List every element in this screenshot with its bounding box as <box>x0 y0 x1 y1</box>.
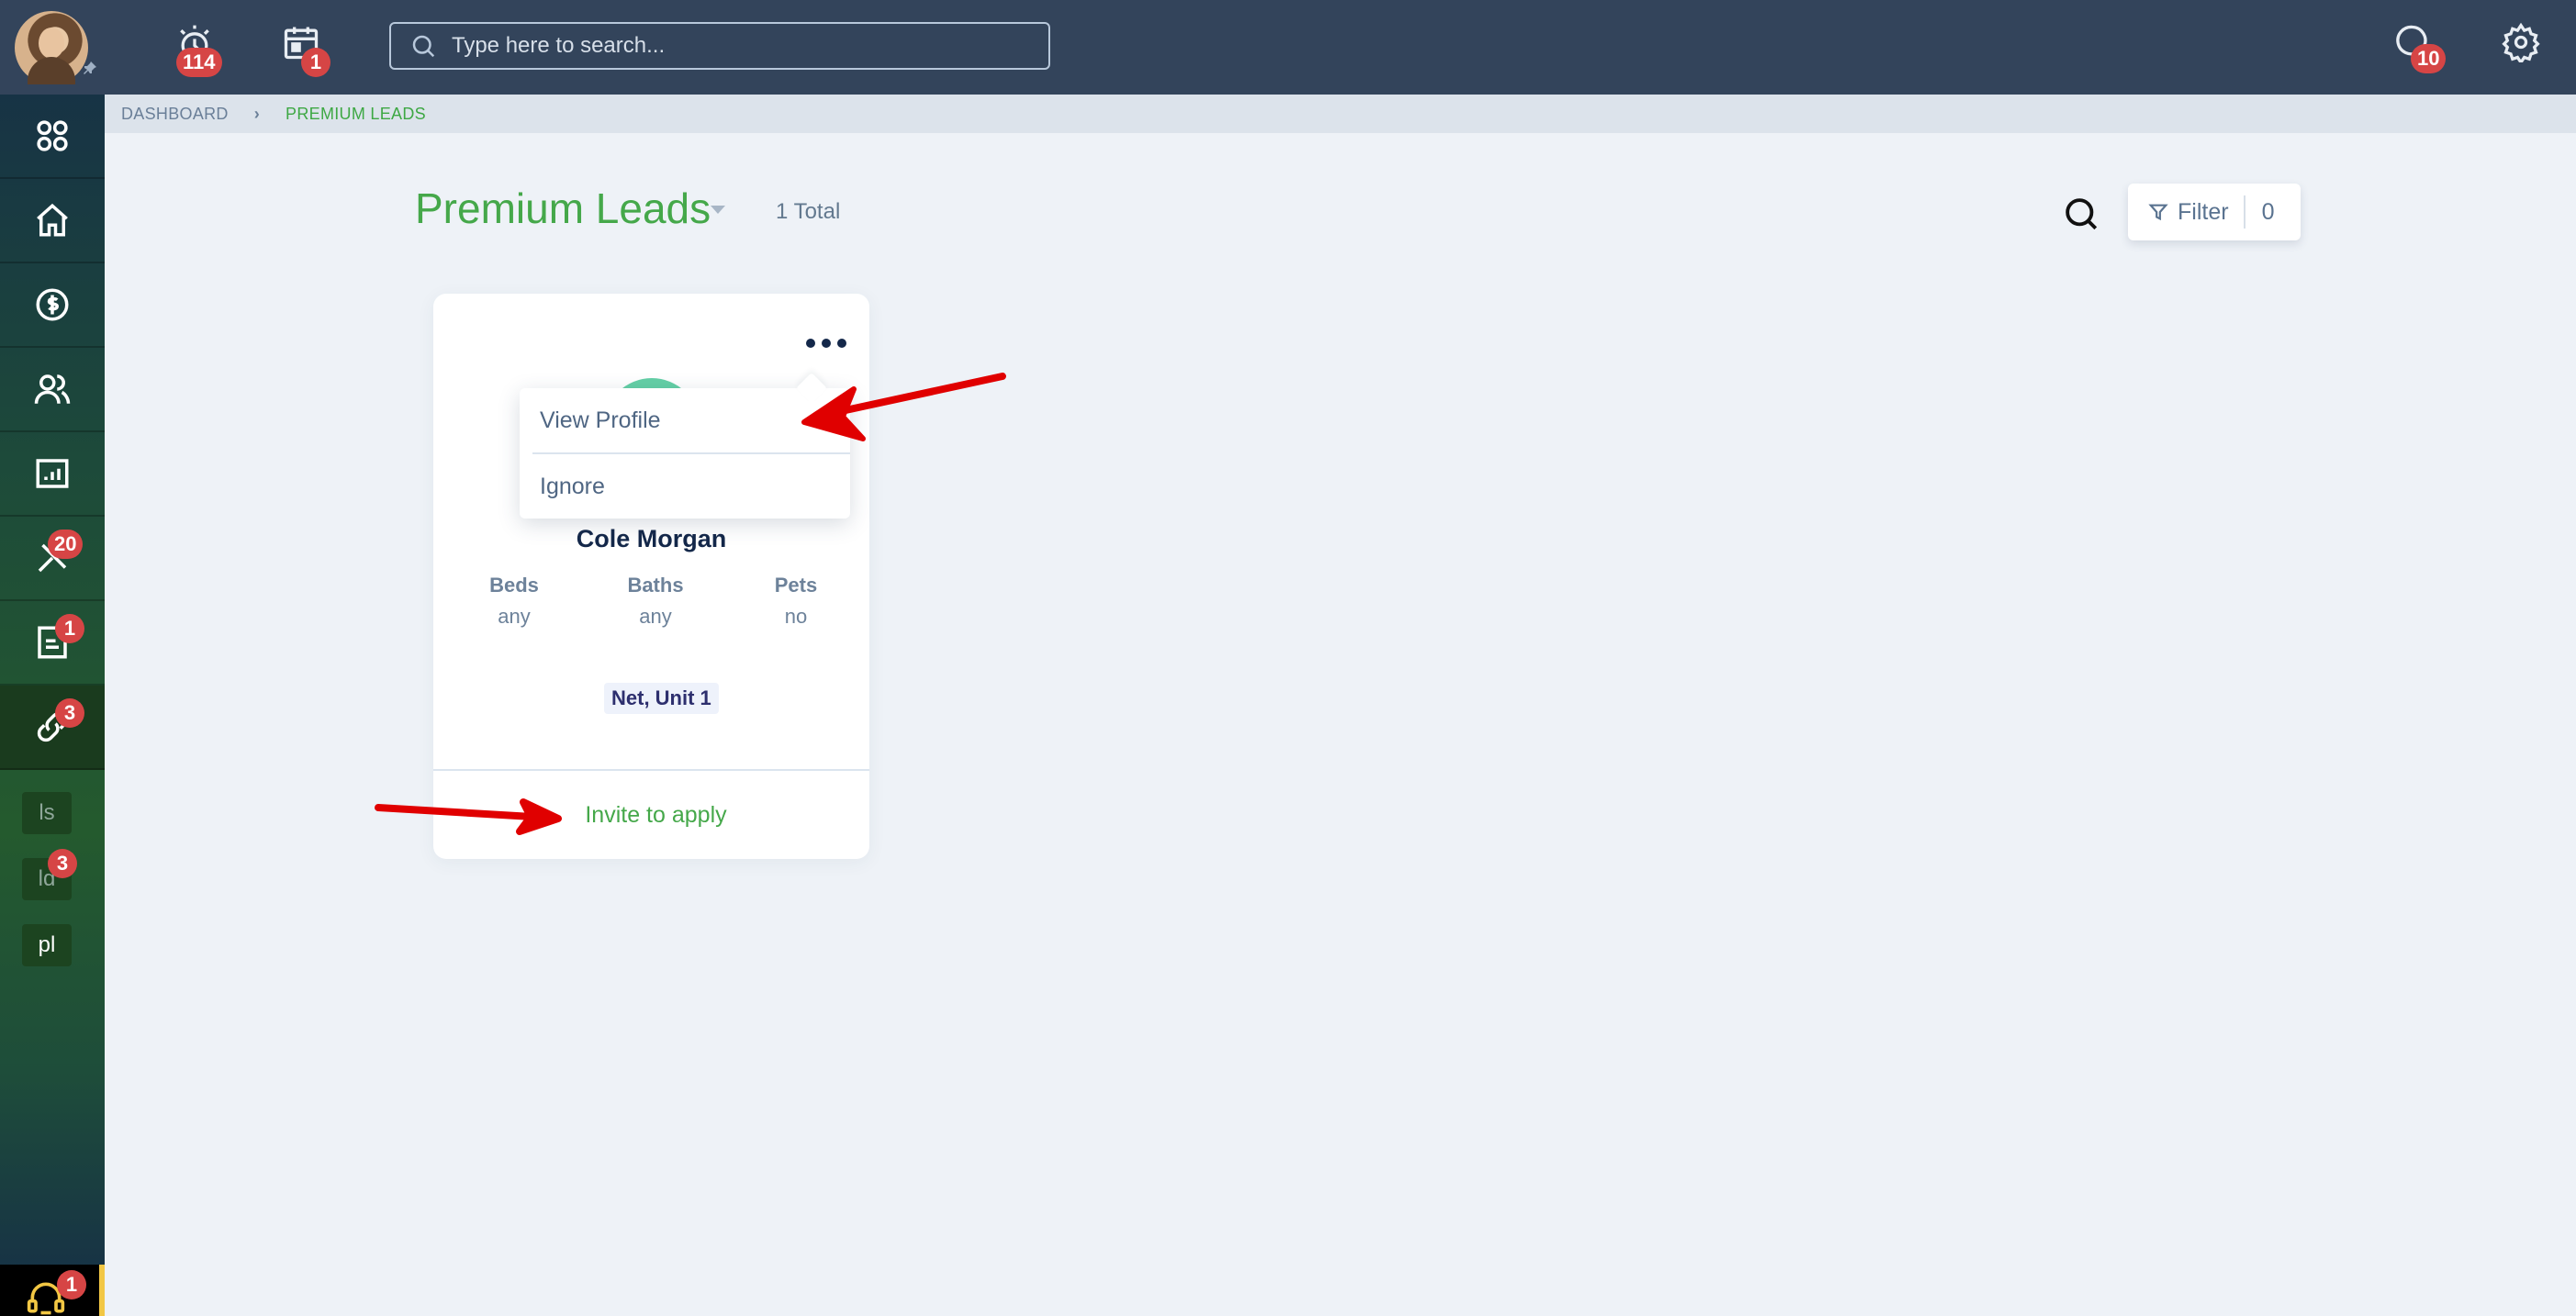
search-icon <box>412 35 435 58</box>
filter-label: Filter <box>2178 198 2229 225</box>
avatar-face <box>39 28 64 59</box>
card-divider <box>433 769 869 771</box>
subitem-badge: 3 <box>48 849 77 878</box>
messages-badge: 10 <box>2411 44 2447 73</box>
gear-icon <box>2502 22 2540 65</box>
dot-icon <box>837 339 846 348</box>
sidebar-item-people[interactable] <box>0 348 105 432</box>
top-bar: 114 1 10 <box>0 0 2576 95</box>
attribute-baths: Baths any <box>600 574 711 629</box>
settings-button[interactable] <box>2501 22 2545 68</box>
attribute-beds: Beds any <box>459 574 569 629</box>
pin-icon[interactable] <box>83 61 97 75</box>
attribute-label: Pets <box>774 574 818 597</box>
support-button[interactable]: 1 <box>0 1265 105 1316</box>
search-icon[interactable] <box>2062 195 2100 233</box>
unit-tag: Net, Unit 1 <box>604 683 719 714</box>
subitem-label: pl <box>38 932 56 957</box>
sidebar-subitem-pl[interactable]: pl <box>22 924 72 966</box>
total-count: 1 Total <box>776 199 841 224</box>
apps-grid-icon <box>37 120 68 151</box>
sidebar-subitems: ls ld 3 pl <box>0 770 105 966</box>
alarm-badge: 114 <box>176 48 222 77</box>
sidebar-subitem-ld[interactable]: ld 3 <box>22 849 77 900</box>
sidebar-item-reports[interactable] <box>0 432 105 517</box>
sidebar-item-documents[interactable]: 1 <box>0 601 105 686</box>
alarm-button[interactable]: 114 <box>174 22 222 77</box>
lead-name: Cole Morgan <box>576 525 727 552</box>
lead-context-menu: View Profile Ignore <box>520 388 850 519</box>
subitem-label: ls <box>39 800 55 825</box>
attribute-value: any <box>639 605 672 628</box>
breadcrumb-chevron-icon: › <box>253 104 261 123</box>
breadcrumb-current: PREMIUM LEADS <box>286 104 426 123</box>
calendar-button[interactable]: 1 <box>281 22 330 77</box>
filter-divider <box>2243 195 2246 229</box>
caret-down-icon[interactable] <box>711 206 725 214</box>
attribute-value: no <box>784 605 808 628</box>
funnel-icon <box>2148 204 2168 221</box>
breadcrumb-dashboard[interactable]: DASHBOARD <box>121 105 229 124</box>
invite-to-apply-button[interactable]: Invite to apply <box>433 802 869 829</box>
attribute-pets: Pets no <box>741 574 851 629</box>
sidebar-item-apps[interactable] <box>0 95 105 179</box>
menu-item-ignore[interactable]: Ignore <box>520 454 850 519</box>
avatar-body <box>28 57 75 84</box>
leads-badge: 3 <box>55 698 84 728</box>
dot-icon <box>822 339 831 348</box>
page-title[interactable]: Premium Leads <box>415 184 711 233</box>
dot-icon <box>806 339 815 348</box>
menu-item-view-profile[interactable]: View Profile <box>520 388 850 452</box>
sidebar-item-home[interactable] <box>0 179 105 263</box>
filter-count: 0 <box>2261 198 2275 225</box>
sidebar-item-leads[interactable]: 3 <box>0 686 105 770</box>
messages-button[interactable]: 10 <box>2392 22 2447 73</box>
filter-button[interactable]: Filter 0 <box>2128 184 2301 240</box>
search-input[interactable] <box>452 33 1002 59</box>
documents-badge: 1 <box>55 614 84 643</box>
people-icon <box>34 374 71 404</box>
maintenance-badge: 20 <box>48 530 84 559</box>
sidebar-item-maintenance[interactable]: 20 <box>0 517 105 601</box>
dollar-circle-icon <box>36 288 69 321</box>
breadcrumb: DASHBOARD › PREMIUM LEADS <box>105 95 2576 133</box>
user-avatar[interactable] <box>15 11 88 84</box>
sidebar-item-billing[interactable] <box>0 263 105 348</box>
home-icon <box>37 203 68 237</box>
bar-chart-icon <box>36 459 69 488</box>
attribute-value: any <box>498 605 531 628</box>
support-badge: 1 <box>57 1270 86 1299</box>
sidebar-subitem-ls[interactable]: ls <box>22 792 72 834</box>
attribute-label: Baths <box>627 574 684 597</box>
sidebar: 20 1 3 ls ld 3 pl 1 <box>0 95 105 1316</box>
calendar-badge: 1 <box>301 48 330 77</box>
attribute-label: Beds <box>489 574 539 597</box>
more-options-button[interactable] <box>806 334 850 352</box>
global-search[interactable] <box>389 22 1050 70</box>
